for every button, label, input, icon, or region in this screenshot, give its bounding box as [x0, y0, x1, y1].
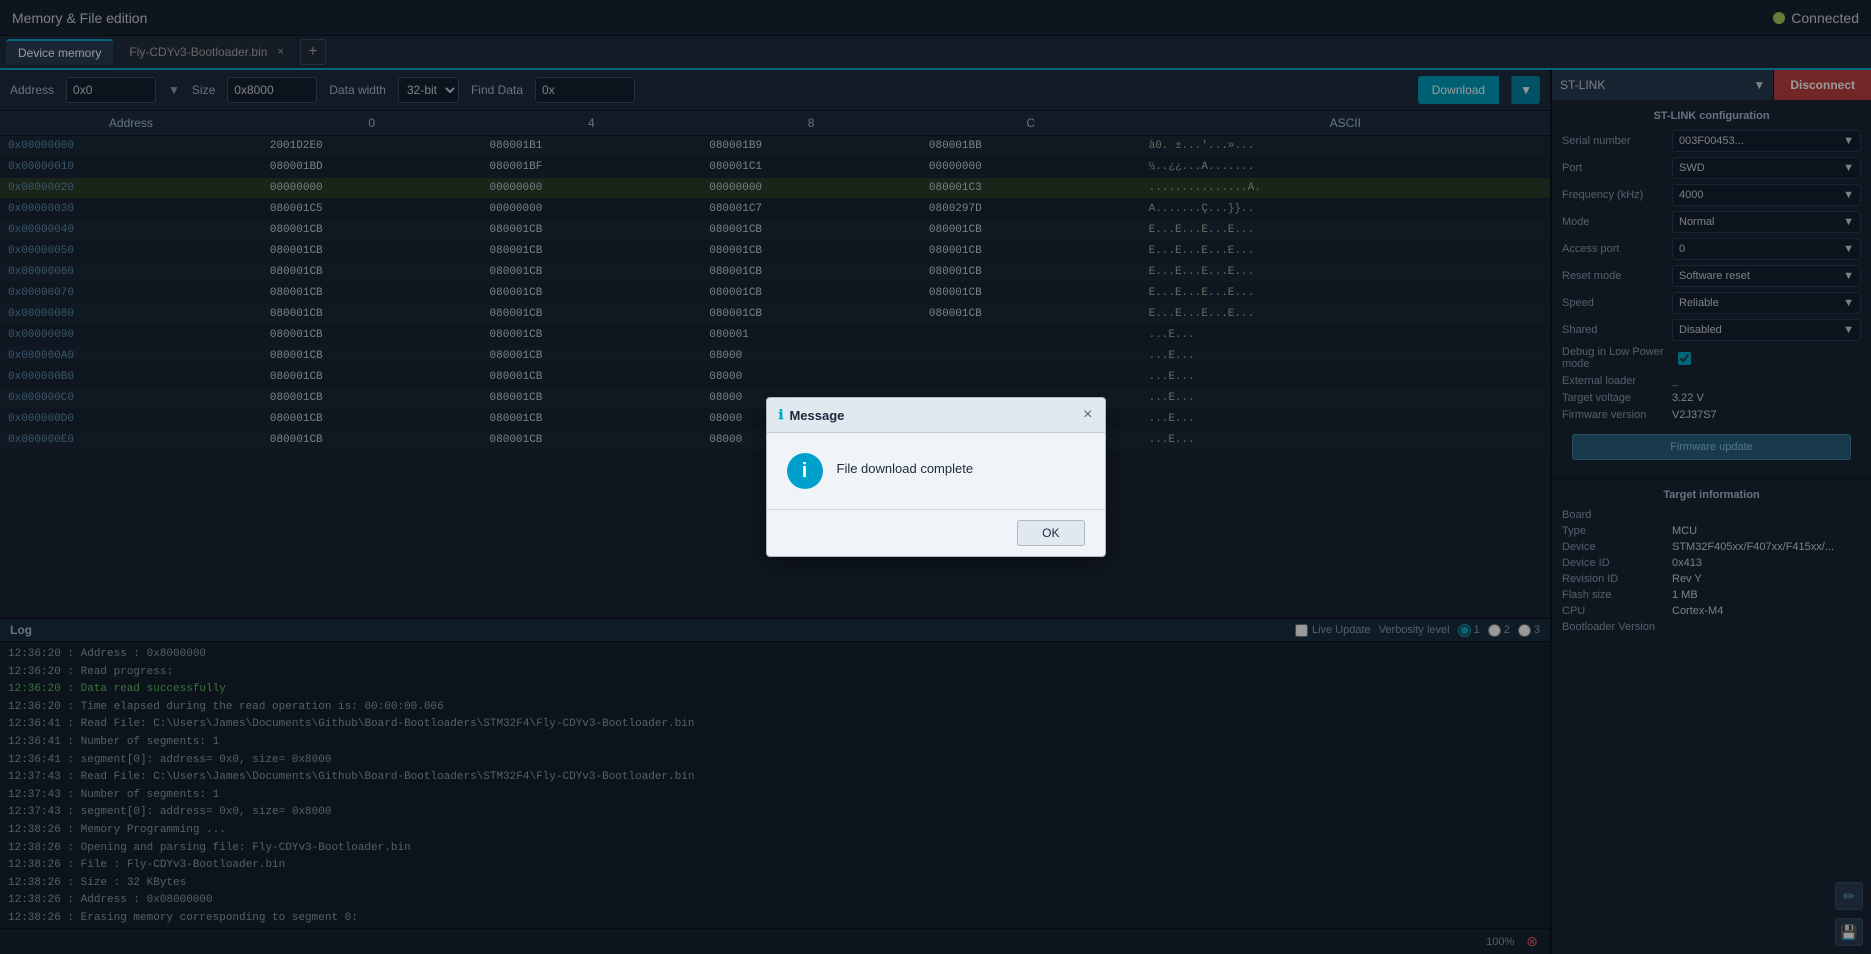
modal-info-icon: i: [787, 453, 823, 489]
modal-message: File download complete: [837, 453, 974, 479]
modal-dialog: ℹ Message × i File download complete OK: [766, 397, 1106, 557]
modal-footer: OK: [767, 509, 1105, 556]
modal-close-button[interactable]: ×: [1083, 406, 1092, 424]
modal-header: ℹ Message ×: [767, 398, 1105, 433]
modal-title-icon: ℹ: [779, 407, 784, 423]
modal-overlay[interactable]: ℹ Message × i File download complete OK: [0, 0, 1871, 954]
modal-title: ℹ Message: [779, 407, 845, 423]
modal-ok-button[interactable]: OK: [1017, 520, 1084, 546]
modal-body: i File download complete: [767, 433, 1105, 509]
